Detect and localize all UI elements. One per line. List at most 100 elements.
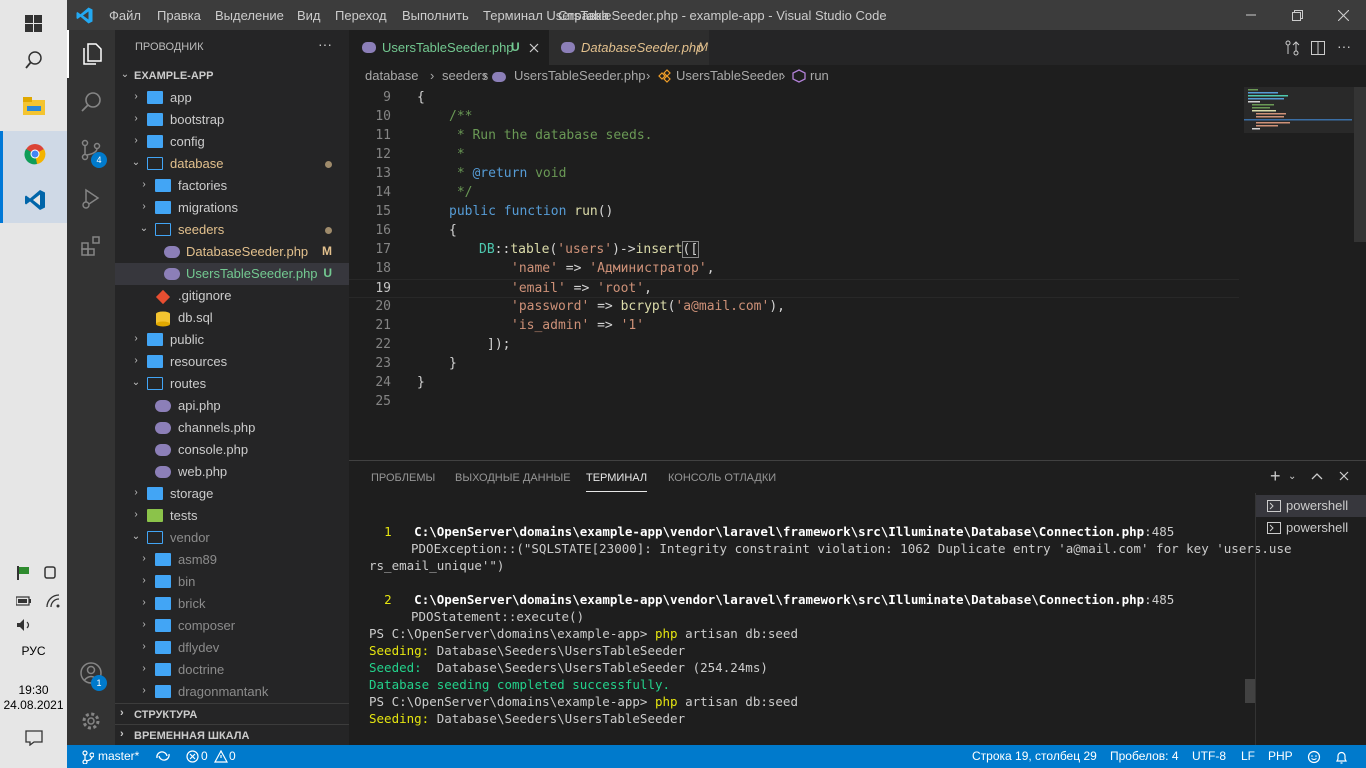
source-control-activity-button[interactable]: 4: [67, 126, 115, 174]
search-activity-button[interactable]: [67, 78, 115, 126]
clock-date[interactable]: 24.08.2021: [0, 698, 67, 712]
menu-view[interactable]: Вид: [297, 8, 321, 23]
file-encoding[interactable]: UTF-8: [1192, 749, 1226, 763]
tree-folder-tests[interactable]: › tests: [115, 505, 349, 527]
tree-folder-vendor[interactable]: ⌄ vendor: [115, 527, 349, 549]
open-changes-icon[interactable]: [1284, 40, 1300, 56]
tree-folder-doctrine[interactable]: › doctrine: [115, 659, 349, 681]
tree-folder-brick[interactable]: › brick: [115, 593, 349, 615]
run-debug-activity-button[interactable]: [67, 174, 115, 222]
workspace-root[interactable]: ⌄ EXAMPLE-APP: [115, 65, 349, 87]
menu-help[interactable]: Справка: [558, 8, 609, 23]
code-text: 'email': [511, 281, 566, 296]
tree-folder-storage[interactable]: › storage: [115, 483, 349, 505]
menu-go[interactable]: Переход: [335, 8, 387, 23]
file-explorer-taskbar-button[interactable]: [0, 83, 67, 129]
tree-folder-asm89[interactable]: › asm89: [115, 549, 349, 571]
terminal-scrollbar[interactable]: [1245, 679, 1255, 703]
input-language[interactable]: РУС: [0, 644, 67, 658]
chrome-taskbar-button[interactable]: [0, 131, 67, 177]
menu-edit[interactable]: Правка: [157, 8, 201, 23]
warning-count[interactable]: 0: [229, 749, 236, 763]
volume-button[interactable]: [0, 614, 67, 636]
cursor-position[interactable]: Строка 19, столбец 29: [972, 749, 1097, 763]
tab-debug-console[interactable]: КОНСОЛЬ ОТЛАДКИ: [668, 472, 776, 484]
code-editor[interactable]: 9{ 10/** 11 * Run the database seeds. 12…: [349, 87, 1366, 460]
minimap[interactable]: [1244, 87, 1354, 167]
menu-file[interactable]: Файл: [109, 8, 141, 23]
accounts-activity-button[interactable]: 1: [67, 649, 115, 697]
battery-icon[interactable]: [16, 595, 32, 607]
wifi-icon[interactable]: [46, 594, 60, 608]
outline-section-header[interactable]: › СТРУКТУРА: [115, 703, 349, 725]
bell-icon[interactable]: [1335, 750, 1348, 764]
new-terminal-button[interactable]: +: [1270, 466, 1281, 487]
tree-folder-routes[interactable]: ⌄ routes: [115, 373, 349, 395]
close-panel-icon[interactable]: [1339, 471, 1349, 481]
windows-search-button[interactable]: [0, 37, 67, 83]
restore-button[interactable]: [1274, 0, 1320, 30]
tab-problems[interactable]: ПРОБЛЕМЫ: [371, 472, 435, 484]
clock-time[interactable]: 19:30: [0, 683, 67, 697]
tree-folder-factories[interactable]: › factories: [115, 175, 349, 197]
tree-folder-app[interactable]: › app: [115, 87, 349, 109]
maximize-panel-icon[interactable]: [1311, 472, 1323, 480]
editor-scrollbar[interactable]: [1354, 87, 1366, 242]
extensions-activity-button[interactable]: [67, 222, 115, 270]
close-window-button[interactable]: [1320, 0, 1366, 30]
tree-file-dbsql[interactable]: db.sql: [115, 307, 349, 329]
error-count[interactable]: 0: [201, 749, 208, 763]
end-of-line[interactable]: LF: [1241, 749, 1255, 763]
tree-folder-bootstrap[interactable]: › bootstrap: [115, 109, 349, 131]
device-icon[interactable]: [44, 566, 56, 580]
close-tab-icon[interactable]: [529, 43, 539, 53]
language-mode[interactable]: PHP: [1268, 749, 1293, 763]
tree-file-databaseseeder[interactable]: DatabaseSeeder.php M: [115, 241, 349, 263]
tree-file-api[interactable]: api.php: [115, 395, 349, 417]
tree-file-console[interactable]: console.php: [115, 439, 349, 461]
tree-file-channels[interactable]: channels.php: [115, 417, 349, 439]
more-actions-button[interactable]: ···: [318, 36, 332, 52]
tree-folder-public[interactable]: › public: [115, 329, 349, 351]
tab-terminal[interactable]: ТЕРМИНАЛ: [586, 472, 648, 492]
chevron-down-icon[interactable]: ⌄: [1288, 471, 1296, 482]
tree-folder-migrations[interactable]: › migrations: [115, 197, 349, 219]
manage-activity-button[interactable]: [67, 697, 115, 745]
git-branch[interactable]: master*: [98, 749, 139, 763]
menu-run[interactable]: Выполнить: [402, 8, 469, 23]
tree-folder-dflydev[interactable]: › dflydev: [115, 637, 349, 659]
breadcrumb-item[interactable]: seeders: [442, 68, 488, 83]
feedback-icon[interactable]: [1307, 750, 1321, 764]
tab-userstableseeder[interactable]: UsersTableSeeder.php U: [349, 30, 549, 65]
tree-folder-dragonmantank[interactable]: › dragonmantank: [115, 681, 349, 703]
flag-icon[interactable]: [16, 566, 30, 580]
tab-databaseseeder[interactable]: DatabaseSeeder.php M: [549, 30, 709, 65]
notification-center-button[interactable]: [0, 715, 67, 761]
menu-terminal[interactable]: Терминал: [483, 8, 543, 23]
timeline-section-header[interactable]: › ВРЕМЕННАЯ ШКАЛА: [115, 724, 349, 745]
breadcrumb-item[interactable]: UsersTableSeeder: [676, 68, 783, 83]
breadcrumb-item[interactable]: database: [365, 68, 419, 83]
sync-icon[interactable]: [155, 750, 171, 762]
tree-folder-config[interactable]: › config: [115, 131, 349, 153]
more-actions-button[interactable]: ···: [1337, 38, 1351, 54]
split-editor-icon[interactable]: [1310, 40, 1326, 56]
terminal-instance[interactable]: powershell: [1256, 495, 1366, 517]
tree-file-userstableseeder[interactable]: UsersTableSeeder.php U: [115, 263, 349, 285]
tree-folder-seeders[interactable]: ⌄ seeders: [115, 219, 349, 241]
tab-output[interactable]: ВЫХОДНЫЕ ДАННЫЕ: [455, 472, 571, 484]
tree-file-gitignore[interactable]: .gitignore: [115, 285, 349, 307]
tree-file-web[interactable]: web.php: [115, 461, 349, 483]
indentation[interactable]: Пробелов: 4: [1110, 749, 1179, 763]
terminal-instance[interactable]: powershell: [1256, 517, 1366, 539]
menu-selection[interactable]: Выделение: [215, 8, 284, 23]
minimize-button[interactable]: [1228, 0, 1274, 30]
breadcrumb-item[interactable]: run: [810, 68, 829, 83]
explorer-activity-button[interactable]: [67, 30, 115, 78]
tree-folder-composer[interactable]: › composer: [115, 615, 349, 637]
breadcrumb-item[interactable]: UsersTableSeeder.php: [514, 68, 646, 83]
vscode-taskbar-button[interactable]: [0, 177, 67, 223]
tree-folder-resources[interactable]: › resources: [115, 351, 349, 373]
tree-folder-bin[interactable]: › bin: [115, 571, 349, 593]
tree-folder-database[interactable]: ⌄ database: [115, 153, 349, 175]
